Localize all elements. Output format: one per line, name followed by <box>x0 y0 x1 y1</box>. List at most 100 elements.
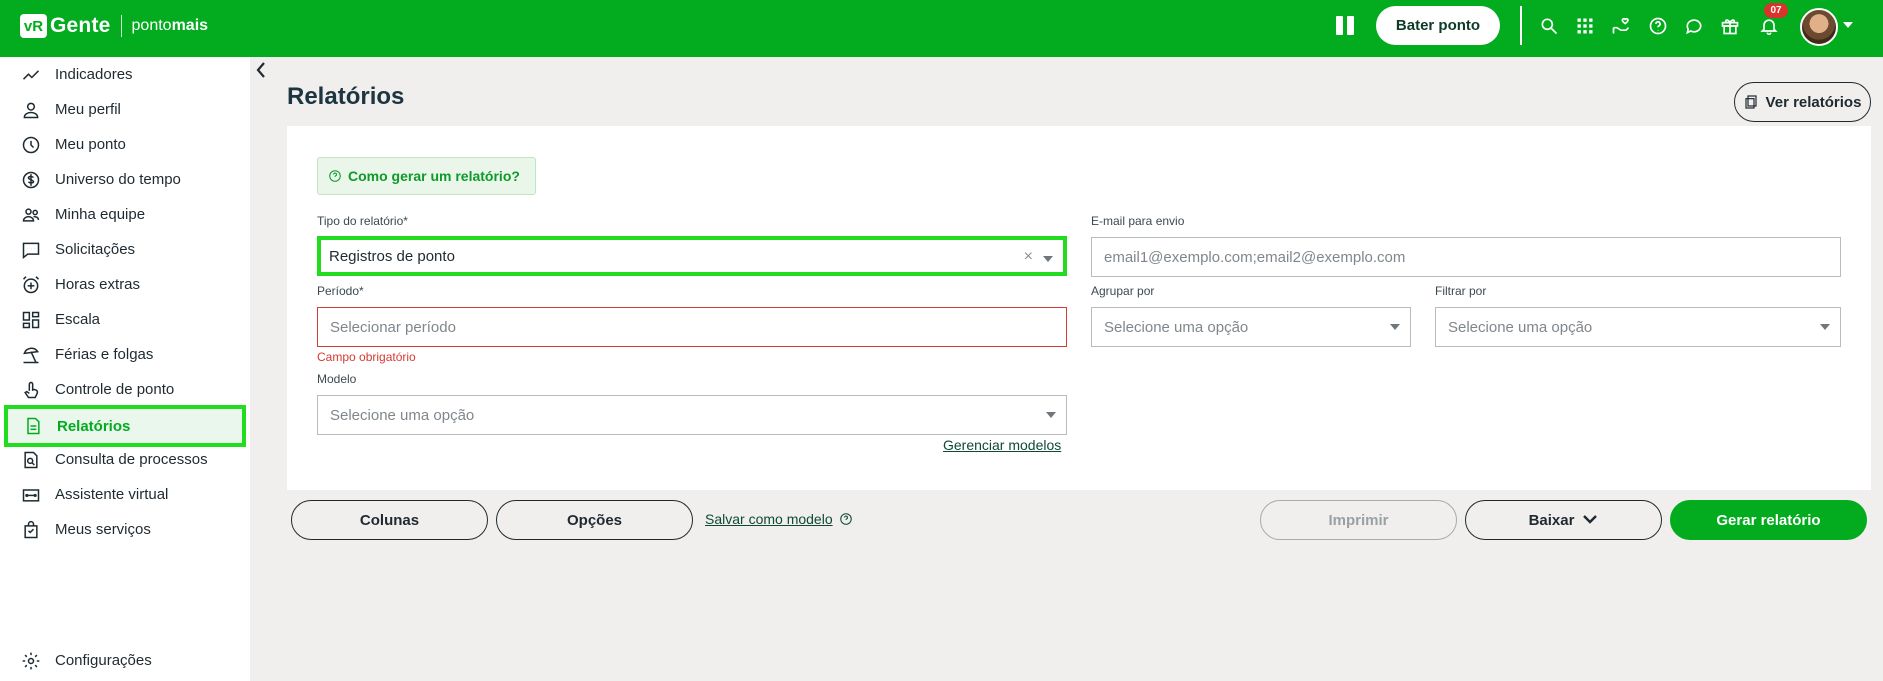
chevron-down-icon[interactable] <box>1820 324 1830 330</box>
tipo-relatorio-label: Tipo do relatório* <box>317 214 408 228</box>
periodo-field[interactable]: Selecionar período <box>317 307 1067 347</box>
modelo-placeholder: Selecione uma opção <box>330 406 475 424</box>
chat-icon[interactable] <box>1683 15 1705 37</box>
sidebar-item-label: Férias e folgas <box>55 346 154 363</box>
sidebar-item-horas-extras[interactable]: Horas extras <box>0 267 250 302</box>
avatar[interactable] <box>1800 8 1838 46</box>
clear-icon[interactable]: × <box>1024 248 1033 266</box>
sidebar-item-label: Escala <box>55 311 101 328</box>
collapse-sidebar-icon[interactable] <box>254 60 268 80</box>
bater-ponto-button[interactable]: Bater ponto <box>1376 6 1500 45</box>
doc-search-icon <box>20 449 42 471</box>
chat-dots-icon <box>20 239 42 261</box>
gerar-relatorio-button[interactable]: Gerar relatório <box>1670 500 1867 540</box>
hand-heart-icon[interactable] <box>1610 15 1632 37</box>
brand-sub-prefix: ponto <box>131 17 172 34</box>
email-field[interactable]: email1@exemplo.com;email2@exemplo.com <box>1091 237 1841 277</box>
opcoes-button[interactable]: Opções <box>496 500 693 540</box>
sidebar-item-meu-ponto[interactable]: Meu ponto <box>0 127 250 162</box>
alarm-plus-icon <box>20 274 42 296</box>
sidebar-item-meu-perfil[interactable]: Meu perfil <box>0 92 250 127</box>
bell-icon[interactable] <box>1758 15 1780 37</box>
chevron-down-icon <box>1582 512 1598 529</box>
ver-relatorios-button[interactable]: Ver relatórios <box>1734 82 1871 122</box>
clock-icon <box>20 134 42 156</box>
baixar-button[interactable]: Baixar <box>1465 500 1662 540</box>
brand-divider <box>120 15 122 37</box>
sidebar-item-label: Solicitações <box>55 241 136 258</box>
agrupar-select[interactable]: Selecione uma opção <box>1091 307 1411 347</box>
sidebar-item-label: Meu perfil <box>55 101 121 118</box>
apps-grid-icon[interactable] <box>1574 15 1596 37</box>
brand-sub-bold: mais <box>171 17 209 34</box>
gear-icon <box>20 650 42 672</box>
filtrar-placeholder: Selecione uma opção <box>1448 318 1593 336</box>
sidebar-item-ferias-e-folgas[interactable]: Férias e folgas <box>0 337 250 372</box>
help-circle-icon <box>329 170 341 182</box>
brand-logo[interactable]: vR Gente pontomais <box>20 14 208 38</box>
sidebar-item-label: Universo do tempo <box>55 171 181 188</box>
page-title: Relatórios <box>287 83 405 110</box>
modelo-label: Modelo <box>317 372 357 386</box>
sidebar-item-escala[interactable]: Escala <box>0 302 250 337</box>
sidebar-item-label: Relatórios <box>57 417 131 435</box>
email-placeholder: email1@exemplo.com;email2@exemplo.com <box>1104 248 1406 266</box>
salvar-modelo-label: Salvar como modelo <box>705 511 833 527</box>
dollar-icon <box>20 169 42 191</box>
top-bar: vR Gente pontomais Bater ponto 07 <box>0 0 1883 57</box>
sidebar-item-relatorios[interactable]: Relatórios <box>4 405 246 447</box>
grid-schedule-icon <box>20 309 42 331</box>
brand-subtitle: pontomais <box>132 17 209 35</box>
agrupar-label: Agrupar por <box>1091 284 1155 298</box>
sidebar-item-meus-servicos[interactable]: Meus serviços <box>0 512 250 547</box>
sidebar-item-label: Indicadores <box>55 66 133 83</box>
help-circle-icon <box>839 513 852 525</box>
help-circle-icon[interactable] <box>1647 15 1669 37</box>
search-icon[interactable] <box>1538 15 1560 37</box>
help-banner-label: Como gerar um relatório? <box>348 168 520 184</box>
imprimir-button[interactable]: Imprimir <box>1260 500 1457 540</box>
tipo-relatorio-select[interactable]: Registros de ponto × <box>317 236 1067 276</box>
periodo-label: Período* <box>317 284 364 298</box>
reports-stack-icon <box>1744 95 1757 109</box>
salvar-modelo-link[interactable]: Salvar como modelo <box>705 511 853 527</box>
sidebar-item-label: Configurações <box>55 652 152 669</box>
sidebar-item-label: Controle de ponto <box>55 381 175 398</box>
sidebar-item-label: Consulta de processos <box>55 451 208 468</box>
sidebar-item-indicadores[interactable]: Indicadores <box>0 57 250 92</box>
chevron-down-icon[interactable] <box>1046 412 1056 418</box>
chevron-down-icon[interactable] <box>1390 324 1400 330</box>
sidebar-item-assistente-virtual[interactable]: Assistente virtual <box>0 477 250 512</box>
colunas-button[interactable]: Colunas <box>291 500 488 540</box>
sidebar-item-configuracoes[interactable]: Configurações <box>0 643 250 678</box>
chevron-down-icon[interactable] <box>1043 256 1053 262</box>
person-icon <box>20 99 42 121</box>
fingerprint-hand-icon <box>20 379 42 401</box>
sidebar-item-label: Horas extras <box>55 276 141 293</box>
robot-icon <box>20 484 42 506</box>
filtrar-label: Filtrar por <box>1435 284 1487 298</box>
pause-icon[interactable] <box>1336 16 1356 36</box>
sidebar-item-solicitacoes[interactable]: Solicitações <box>0 232 250 267</box>
modelo-select[interactable]: Selecione uma opção <box>317 395 1067 435</box>
sidebar-item-label: Minha equipe <box>55 206 146 223</box>
chevron-down-icon[interactable] <box>1843 22 1853 28</box>
beach-icon <box>20 344 42 366</box>
baixar-label: Baixar <box>1528 511 1575 529</box>
bag-icon <box>20 519 42 541</box>
sidebar-item-consulta-de-processos[interactable]: Consulta de processos <box>0 442 250 477</box>
ver-relatorios-label: Ver relatórios <box>1765 93 1862 111</box>
sidebar-item-universo-do-tempo[interactable]: Universo do tempo <box>0 162 250 197</box>
sidebar-item-minha-equipe[interactable]: Minha equipe <box>0 197 250 232</box>
brand-name: Gente <box>50 14 111 37</box>
notification-badge: 07 <box>1764 3 1788 18</box>
periodo-placeholder: Selecionar período <box>330 318 456 336</box>
sidebar-item-label: Meus serviços <box>55 521 151 538</box>
help-banner[interactable]: Como gerar um relatório? <box>317 157 536 195</box>
topbar-divider <box>1520 6 1522 45</box>
filtrar-select[interactable]: Selecione uma opção <box>1435 307 1841 347</box>
gift-icon[interactable] <box>1719 15 1741 37</box>
team-icon <box>20 204 42 226</box>
gerenciar-modelos-link[interactable]: Gerenciar modelos <box>943 437 1061 453</box>
sidebar-item-controle-de-ponto[interactable]: Controle de ponto <box>0 372 250 407</box>
